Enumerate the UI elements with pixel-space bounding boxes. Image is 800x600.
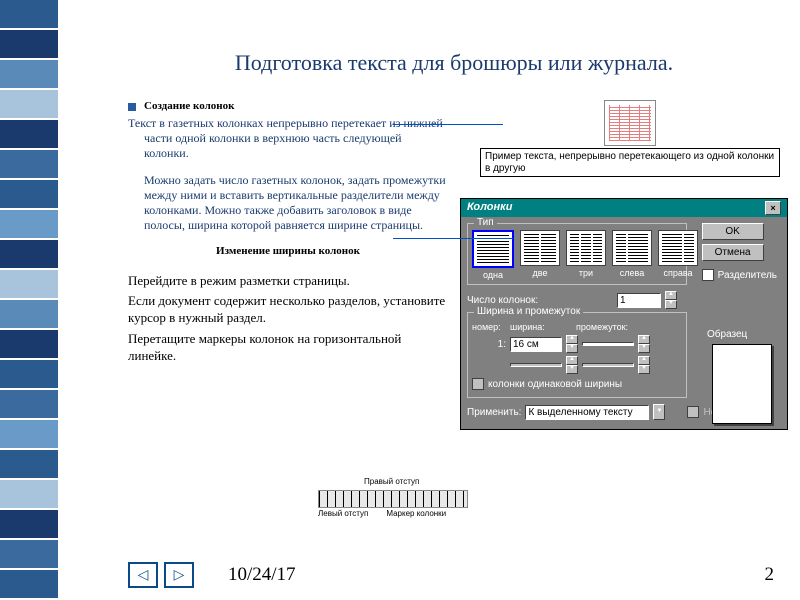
col-gap-label: промежуток: xyxy=(576,322,628,332)
example-caption: Пример текста, непрерывно перетекающего … xyxy=(480,148,780,177)
apply-dropdown[interactable]: ▼ xyxy=(653,404,665,420)
spinner-disabled: ▲▼ xyxy=(638,356,650,374)
preview-page xyxy=(712,344,772,424)
nav-buttons: ◁ ▷ xyxy=(128,562,194,588)
row-num: 1: xyxy=(472,339,506,350)
ruler-figure: Правый отступ Левый отступ Маркер колонк… xyxy=(318,490,468,518)
spinner-disabled: ▲▼ xyxy=(566,356,578,374)
divider-checkbox[interactable] xyxy=(702,269,714,281)
gap-input[interactable] xyxy=(582,342,634,346)
column-type-label: три xyxy=(566,268,606,278)
ruler-label: Левый отступ xyxy=(318,510,368,518)
count-spinner[interactable]: ▲▼ xyxy=(665,291,677,309)
width-input-disabled xyxy=(510,363,562,367)
left-column: Создание колонок Текст в газетных колонк… xyxy=(128,100,448,369)
column-type-option[interactable]: справа xyxy=(658,230,698,280)
slide-date: 10/24/17 xyxy=(228,564,296,586)
paragraph: Можно задать число газетных колонок, зад… xyxy=(128,173,448,233)
count-input[interactable]: 1 xyxy=(617,293,661,308)
newcol-checkbox[interactable] xyxy=(687,406,699,418)
width-spinner[interactable]: ▲▼ xyxy=(566,335,578,353)
equal-width-label: колонки одинаковой ширины xyxy=(488,379,622,390)
next-button[interactable]: ▷ xyxy=(164,562,194,588)
column-type-option[interactable]: две xyxy=(520,230,560,280)
paragraph: Перетащите маркеры колонок на горизонтал… xyxy=(128,331,448,365)
section-heading: Изменение ширины колонок xyxy=(128,245,448,259)
column-type-option[interactable]: слева xyxy=(612,230,652,280)
column-type-label: справа xyxy=(658,268,698,278)
ok-button[interactable]: OK xyxy=(702,223,764,240)
equal-width-checkbox[interactable] xyxy=(472,378,484,390)
columns-example-icon xyxy=(604,100,656,146)
column-type-icon xyxy=(520,230,560,266)
cancel-button[interactable]: Отмена xyxy=(702,244,764,261)
preview-label: Образец xyxy=(707,329,747,340)
count-label: Число колонок: xyxy=(467,295,538,306)
width-input[interactable]: 16 см xyxy=(510,337,562,352)
annotation-arrow xyxy=(393,124,503,125)
bullet-icon xyxy=(128,103,136,111)
preview-group: Образец xyxy=(707,329,777,424)
paragraph: Перейдите в режим разметки страницы. xyxy=(128,273,448,290)
column-type-label: одна xyxy=(472,270,514,280)
group-label: Ширина и промежуток xyxy=(474,306,583,317)
paragraph: Если документ содержит несколько раздело… xyxy=(128,293,448,327)
spiral-binding xyxy=(0,0,58,600)
group-label: Тип xyxy=(474,217,497,228)
slide-content: Подготовка текста для брошюры или журнал… xyxy=(58,0,800,600)
column-type-label: слева xyxy=(612,268,652,278)
column-type-label: две xyxy=(520,268,560,278)
col-num-label: номер: xyxy=(472,322,506,332)
ruler-label: Правый отступ xyxy=(364,478,419,486)
example-figure: Пример текста, непрерывно перетекающего … xyxy=(480,100,780,177)
apply-select[interactable]: К выделенному тексту xyxy=(525,405,649,420)
columns-dialog: Колонки × OK Отмена Разделитель Тип xyxy=(460,198,788,430)
col-width-label: ширина: xyxy=(510,322,572,332)
page-number: 2 xyxy=(765,564,775,586)
dialog-titlebar: Колонки × xyxy=(461,199,787,217)
divider-label: Разделитель xyxy=(718,270,777,281)
ruler xyxy=(318,490,468,508)
ruler-label: Маркер колонки xyxy=(386,510,446,518)
apply-label: Применить: xyxy=(467,407,521,418)
gap-spinner[interactable]: ▲▼ xyxy=(638,335,650,353)
prev-button[interactable]: ◁ xyxy=(128,562,158,588)
column-type-icon xyxy=(566,230,606,266)
column-type-option[interactable]: три xyxy=(566,230,606,280)
page-title: Подготовка текста для брошюры или журнал… xyxy=(128,50,780,76)
paragraph: Текст в газетных колонках непрерывно пер… xyxy=(128,116,448,161)
column-type-icon xyxy=(612,230,652,266)
close-icon[interactable]: × xyxy=(765,201,781,215)
section-heading: Создание колонок xyxy=(144,100,234,114)
dialog-title-text: Колонки xyxy=(467,201,512,215)
column-type-icon xyxy=(472,230,514,268)
gap-input-disabled xyxy=(582,363,634,367)
column-type-icon xyxy=(658,230,698,266)
annotation-arrow xyxy=(393,238,513,239)
right-column: Пример текста, непрерывно перетекающего … xyxy=(460,100,780,369)
